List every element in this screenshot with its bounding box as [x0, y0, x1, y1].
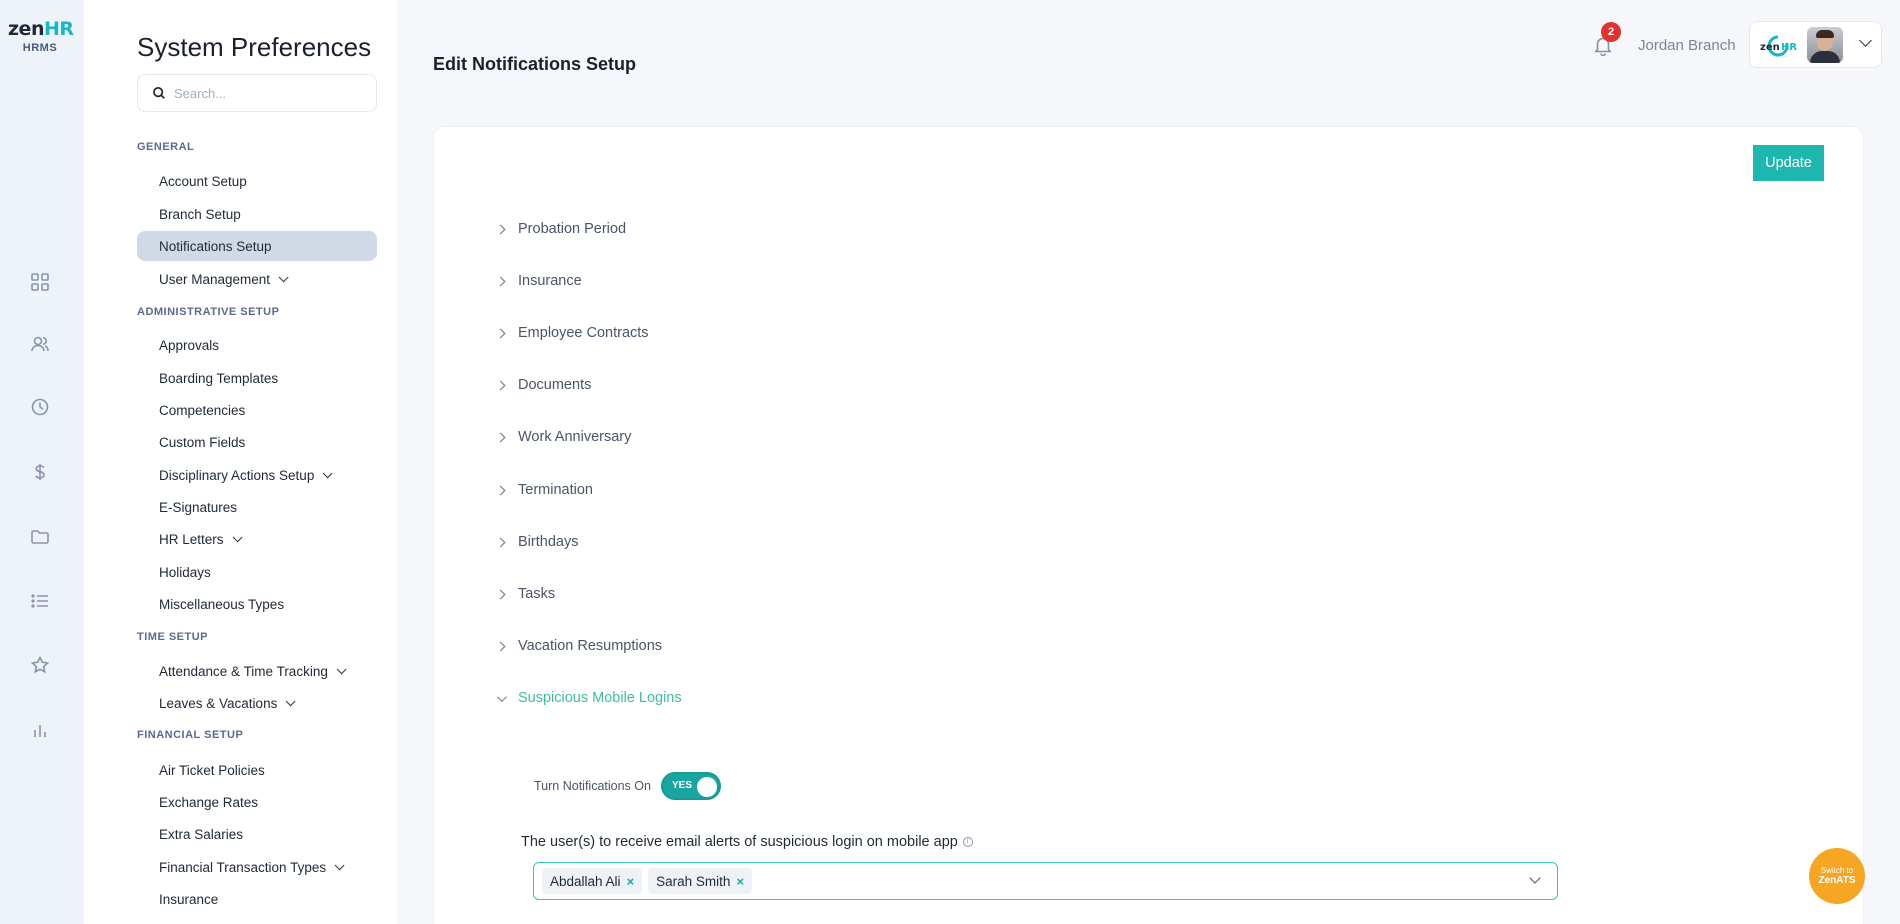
accordion-employee-contracts[interactable]: Employee Contracts — [495, 320, 649, 346]
nav-account-setup[interactable]: Account Setup — [137, 166, 377, 196]
chevron-down-icon — [336, 663, 347, 674]
nav-hr-letters[interactable]: HR Letters — [137, 524, 377, 554]
chevron-down-icon — [334, 859, 345, 870]
chevron-down-icon — [496, 691, 507, 702]
chevron-down-icon — [322, 467, 333, 478]
clock-icon[interactable] — [28, 395, 52, 419]
nav-competencies[interactable]: Competencies — [137, 395, 377, 425]
logo-sub: HRMS — [22, 42, 58, 54]
remove-chip-icon[interactable]: × — [736, 874, 744, 889]
chevron-down-icon — [232, 531, 243, 542]
svg-text:zen: zen — [1760, 42, 1780, 53]
chevron-right-icon — [495, 641, 506, 651]
zenhr-mini-logo: zen HR — [1760, 35, 1797, 57]
recipient-chip: Abdallah Ali × — [542, 868, 643, 894]
bar-chart-icon[interactable] — [28, 719, 52, 743]
accordion-insurance[interactable]: Insurance — [495, 268, 582, 294]
recipients-select[interactable]: Abdallah Ali × Sarah Smith × — [533, 862, 1558, 900]
update-button[interactable]: Update — [1753, 145, 1824, 181]
grid-icon[interactable] — [28, 270, 52, 294]
accordion-probation-period[interactable]: Probation Period — [495, 216, 626, 242]
section-administrative: ADMINISTRATIVE SETUP — [137, 306, 280, 318]
preferences-title: System Preferences — [137, 32, 372, 62]
notifications-card — [433, 126, 1864, 924]
nav-exchange-rates[interactable]: Exchange Rates — [137, 787, 377, 817]
nav-financial-transaction-types[interactable]: Financial Transaction Types — [137, 852, 377, 882]
nav-approvals[interactable]: Approvals — [137, 330, 377, 360]
nav-insurance[interactable]: Insurance — [137, 884, 377, 914]
dollar-icon[interactable] — [28, 460, 52, 484]
chevron-down-icon — [1859, 34, 1872, 47]
search-box[interactable] — [137, 74, 377, 112]
notifications-toggle[interactable]: YES — [661, 772, 721, 800]
chevron-right-icon — [495, 380, 506, 390]
users-icon[interactable] — [28, 332, 52, 356]
chevron-down-icon — [1529, 872, 1541, 884]
logo-zen: zen — [8, 18, 44, 40]
nav-misc-types[interactable]: Miscellaneous Types — [137, 589, 377, 619]
nav-extra-salaries[interactable]: Extra Salaries — [137, 819, 377, 849]
section-financial: FINANCIAL SETUP — [137, 729, 244, 741]
accordion-suspicious-mobile-logins[interactable]: Suspicious Mobile Logins — [495, 685, 682, 711]
chevron-right-icon — [495, 537, 506, 547]
remove-chip-icon[interactable]: × — [627, 874, 635, 889]
chevron-down-icon — [278, 271, 289, 282]
nav-e-signatures[interactable]: E-Signatures — [137, 492, 377, 522]
nav-disciplinary-actions[interactable]: Disciplinary Actions Setup — [137, 460, 377, 490]
accordion-documents[interactable]: Documents — [495, 372, 591, 398]
user-name[interactable]: Jordan Branch — [1638, 37, 1736, 54]
accordion-tasks[interactable]: Tasks — [495, 581, 555, 607]
nav-holidays[interactable]: Holidays — [137, 557, 377, 587]
nav-notifications-setup[interactable]: Notifications Setup — [137, 231, 377, 261]
switch-to-zenats-button[interactable]: Switch to ZenATS — [1809, 848, 1865, 904]
section-general: GENERAL — [137, 141, 195, 153]
page-title: Edit Notifications Setup — [433, 54, 637, 74]
nav-attendance[interactable]: Attendance & Time Tracking — [137, 656, 377, 686]
chevron-right-icon — [495, 328, 506, 338]
accordion-birthdays[interactable]: Birthdays — [495, 529, 578, 555]
section-time: TIME SETUP — [137, 631, 209, 643]
list-icon[interactable] — [28, 589, 52, 613]
star-icon[interactable] — [28, 653, 52, 677]
zenhr-logo[interactable]: zenHR HRMS — [8, 18, 74, 54]
chevron-right-icon — [495, 589, 506, 599]
svg-text:HR: HR — [1781, 42, 1797, 53]
nav-custom-fields[interactable]: Custom Fields — [137, 427, 377, 457]
nav-boarding-templates[interactable]: Boarding Templates — [137, 363, 377, 393]
left-rail: zenHR HRMS — [0, 0, 84, 924]
logo-hr: HR — [43, 18, 74, 40]
nav-air-ticket[interactable]: Air Ticket Policies — [137, 755, 377, 785]
search-input[interactable] — [174, 85, 364, 101]
user-menu[interactable]: zen HR — [1749, 21, 1882, 68]
folder-icon[interactable] — [28, 525, 52, 549]
nav-branch-setup[interactable]: Branch Setup — [137, 199, 377, 229]
nav-leaves[interactable]: Leaves & Vacations — [137, 688, 377, 718]
accordion-termination[interactable]: Termination — [495, 477, 593, 503]
chevron-right-icon — [495, 276, 506, 286]
chevron-right-icon — [495, 224, 506, 234]
info-icon[interactable]: i — [962, 837, 973, 847]
chevron-right-icon — [495, 485, 506, 495]
toggle-knob — [697, 777, 717, 797]
chevron-down-icon — [285, 695, 296, 706]
preferences-panel: System Preferences GENERAL Account Setup… — [84, 0, 397, 924]
search-icon — [153, 87, 165, 99]
nav-user-management[interactable]: User Management — [137, 264, 377, 294]
notification-badge: 2 — [1601, 22, 1621, 42]
recipient-chip: Sarah Smith × — [648, 868, 753, 894]
avatar — [1807, 27, 1843, 63]
toggle-state: YES — [672, 780, 693, 791]
toggle-label: Turn Notifications On — [534, 779, 651, 793]
accordion-vacation-resumptions[interactable]: Vacation Resumptions — [495, 633, 662, 659]
accordion-work-anniversary[interactable]: Work Anniversary — [495, 424, 631, 450]
chevron-right-icon — [495, 432, 506, 442]
recipients-label: The user(s) to receive email alerts of s… — [521, 834, 973, 850]
